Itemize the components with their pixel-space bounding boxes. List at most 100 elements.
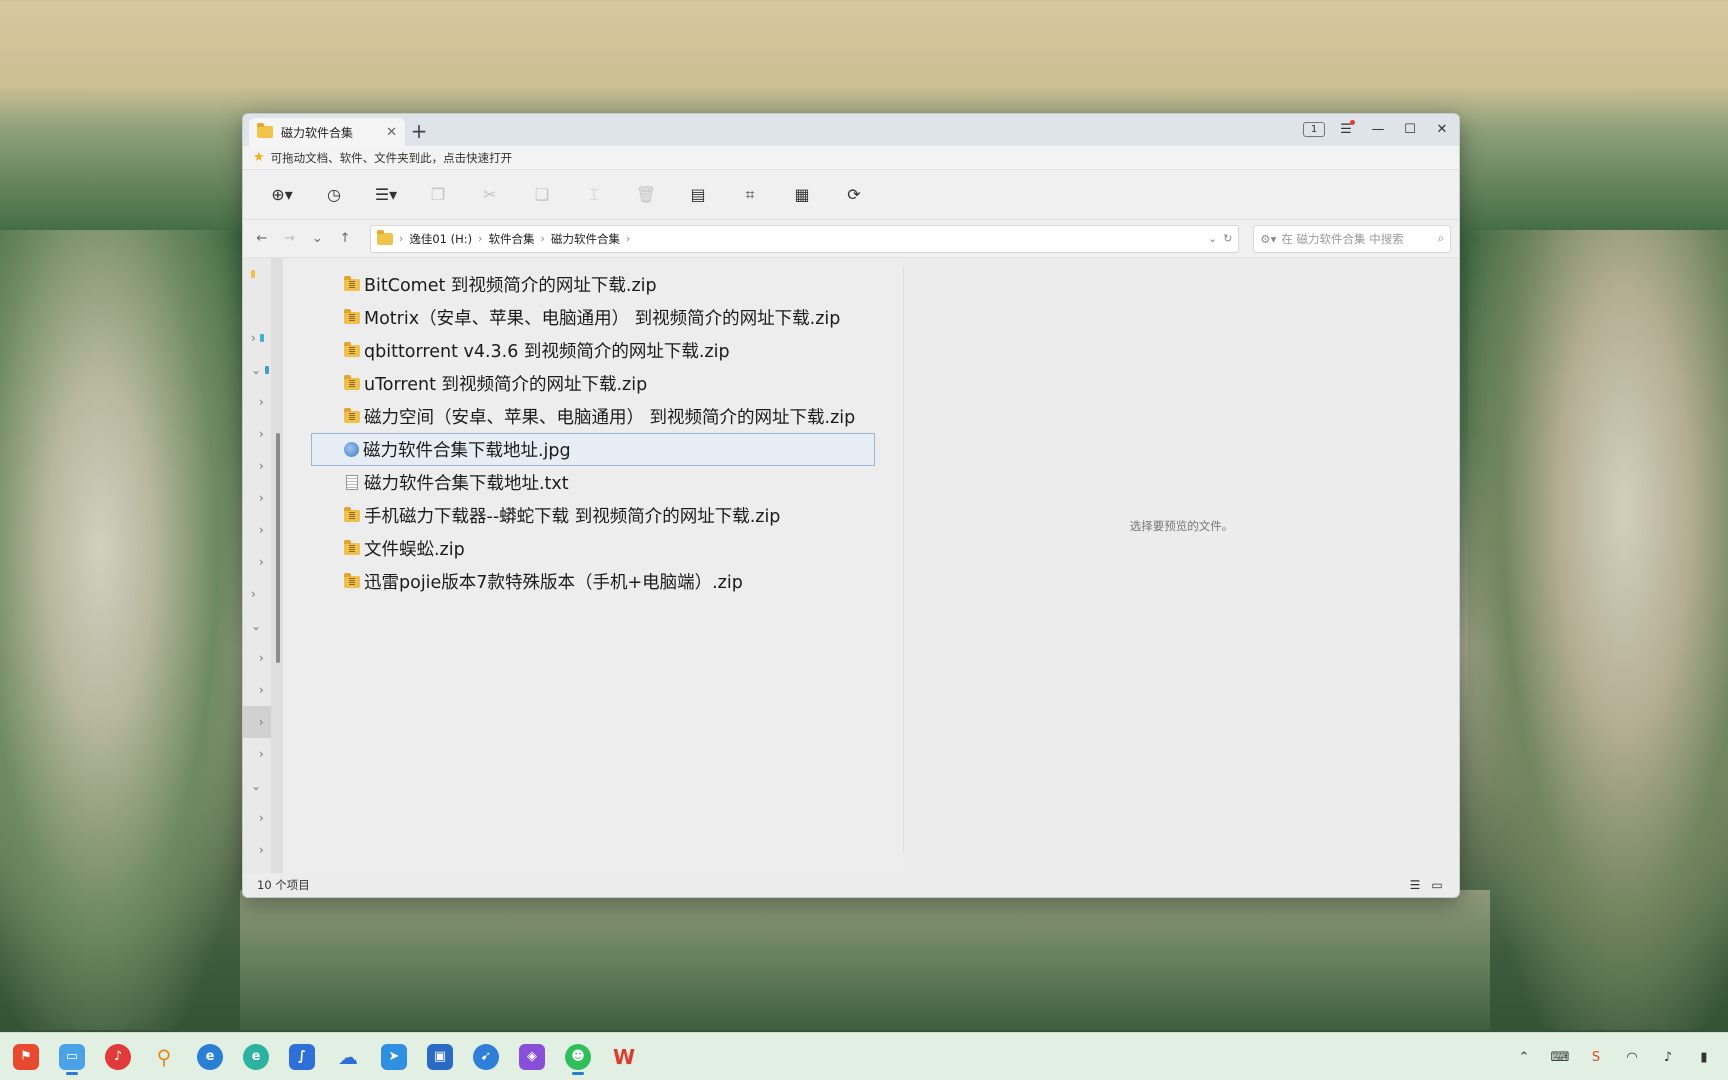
file-explorer-window: 磁力软件合集 ✕ + 1 ☰ — ☐ ✕ ★ 可拖动文档、软件、文件夹到此，点击… [242,113,1460,898]
delete-icon[interactable]: 🗑 [631,180,661,210]
chevron-right-icon: › [540,232,545,245]
address-bar[interactable]: › 逸佳01 (H:) › 软件合集 › 磁力软件合集 › ⌄ ↻ [369,224,1240,253]
search-icon[interactable]: ⌕ [1438,231,1444,246]
taskbar-app-media[interactable]: ◈ [514,1039,550,1075]
zip-icon [344,308,360,324]
tab-close-icon[interactable]: ✕ [386,125,397,140]
file-row-selected[interactable]: 磁力软件合集下载地址.jpg [311,433,875,466]
maximize-button[interactable]: ☐ [1399,118,1421,140]
tab-active[interactable]: 磁力软件合集 ✕ [249,118,405,146]
chevron-right-icon[interactable]: › [259,651,264,665]
chevron-right-icon[interactable]: › [259,427,264,441]
media-app-icon: ◈ [519,1043,545,1070]
chevron-right-icon[interactable]: › [259,395,264,409]
wifi-icon[interactable]: ◠ [1622,1047,1642,1067]
refresh-sync-icon[interactable]: ⟳ [839,180,869,210]
input-method-icon[interactable]: ⌨ [1550,1047,1570,1067]
file-row[interactable]: 磁力空间（安卓、苹果、电脑通用） 到视频简介的网址下载.zip [311,400,875,433]
file-row[interactable]: Motrix（安卓、苹果、电脑通用） 到视频简介的网址下载.zip [311,301,875,334]
chevron-down-icon[interactable]: ⌄ [251,619,261,633]
file-row[interactable]: 文件蜈蚣.zip [311,532,875,565]
antivirus-icon[interactable]: S [1586,1047,1606,1067]
chevron-right-icon[interactable]: › [259,459,264,473]
chevron-right-icon[interactable]: › [251,331,256,345]
chevron-right-icon[interactable]: › [259,523,264,537]
new-tab-button[interactable]: + [405,117,433,145]
taskbar-app-edge[interactable]: e [238,1039,274,1075]
chevron-right-icon[interactable]: › [259,811,264,825]
search-box[interactable]: ⚙▾ ⌕ [1253,224,1452,253]
chevron-down-icon[interactable]: ⌄ [251,779,261,793]
history-dropdown-button[interactable]: ⌄ [306,228,328,250]
chevron-down-icon[interactable]: ⌄ [1208,232,1217,245]
rename-icon[interactable]: ⌶ [579,180,609,210]
chevron-right-icon[interactable]: › [259,715,264,729]
cut-icon[interactable]: ✂ [475,180,505,210]
breadcrumb-current[interactable]: 磁力软件合集 [551,231,620,247]
zip-icon [344,341,360,357]
chevron-right-icon[interactable]: › [259,491,264,505]
view-menu-icon[interactable]: ☰▾ [371,180,401,210]
chevron-up-icon[interactable]: ⌃ [1514,1047,1534,1067]
taskbar-app-monitor[interactable]: ▣ [422,1039,458,1075]
taskbar-app-cloud[interactable]: ☁ [330,1039,366,1075]
taskbar-app-file-explorer[interactable]: ▭ [54,1039,90,1075]
taskbar-app-start[interactable]: ⚑ [8,1039,44,1075]
file-row[interactable]: qbittorrent v4.3.6 到视频简介的网址下载.zip [311,334,875,367]
chevron-right-icon[interactable]: › [259,683,264,697]
history-icon[interactable]: ◷ [319,180,349,210]
chevron-right-icon: › [398,232,404,245]
taskbar-app-ie[interactable]: e [192,1039,228,1075]
taskbar-app-mail[interactable]: ➤ [376,1039,412,1075]
up-button[interactable]: ↑ [334,228,356,250]
file-row[interactable]: 迅雷pojie版本7款特殊版本（手机+电脑端）.zip [311,565,875,598]
tab-count-badge[interactable]: 1 [1303,121,1325,137]
taskbar-app-wps[interactable]: W [606,1039,642,1075]
taskbar-app-wechat[interactable]: ☻ [560,1039,596,1075]
taskbar-app-nav[interactable]: ➹ [468,1039,504,1075]
file-row[interactable]: 手机磁力下载器--蟒蛇下载 到视频简介的网址下载.zip [311,499,875,532]
new-icon[interactable]: ⊕▾ [267,180,297,210]
battery-icon[interactable]: ▮ [1694,1047,1714,1067]
chevron-right-icon[interactable]: › [259,843,264,857]
chevron-right-icon[interactable]: › [251,587,256,601]
file-row[interactable]: uTorrent 到视频简介的网址下载.zip [311,367,875,400]
refresh-icon[interactable]: ↻ [1223,232,1232,245]
tree-scrollbar-thumb[interactable] [276,433,280,663]
breadcrumb-folder[interactable]: 软件合集 [489,231,535,247]
file-row[interactable]: BitComet 到视频简介的网址下载.zip [311,268,875,301]
details-view-icon[interactable]: ☰ [1407,877,1423,893]
file-name: qbittorrent v4.3.6 到视频简介的网址下载.zip [364,342,730,362]
wallpaper-cliff-left [0,230,250,1030]
quick-access-bar[interactable]: ★ 可拖动文档、软件、文件夹到此，点击快速打开 [243,146,1459,170]
chevron-right-icon: › [478,232,483,245]
chevron-right-icon[interactable]: › [259,555,264,569]
menu-icon[interactable]: ☰ [1335,118,1357,140]
minimize-button[interactable]: — [1367,118,1389,140]
breadcrumb-drive[interactable]: 逸佳01 (H:) [409,231,472,247]
properties-icon[interactable]: ▤ [683,180,713,210]
chevron-right-icon[interactable]: › [259,747,264,761]
copy-icon[interactable]: ❐ [423,180,453,210]
taskbar-app-music[interactable]: ♪ [100,1039,136,1075]
forward-button[interactable]: → [279,228,301,250]
tree-scrollbar[interactable] [271,258,283,873]
crop-icon[interactable]: ⌗ [735,180,765,210]
content-area: › ⌄ › › › › › › › ⌄ › › › › ⌄ › › BitCom… [243,258,1459,873]
volume-icon[interactable]: ♪ [1658,1047,1678,1067]
paste-icon[interactable]: ❏ [527,180,557,210]
taskbar-app-dev[interactable]: ∫ [284,1039,320,1075]
text-file-icon [346,475,358,490]
navigation-tree[interactable]: › ⌄ › › › › › › › ⌄ › › › › ⌄ › › [243,258,283,873]
taskbar-app-search[interactable]: ⚲ [146,1039,182,1075]
settings-gear-icon[interactable]: ⚙▾ [1260,232,1276,246]
file-row[interactable]: 磁力软件合集下载地址.txt [311,466,875,499]
close-button[interactable]: ✕ [1431,118,1453,140]
search-input[interactable] [1281,231,1433,246]
chevron-down-icon[interactable]: ⌄ [251,363,261,377]
back-button[interactable]: ← [251,228,273,250]
zip-icon [344,374,360,390]
calculator-icon[interactable]: ▦ [787,180,817,210]
file-explorer-icon: ▭ [59,1043,85,1070]
preview-pane-toggle-icon[interactable]: ▭ [1429,877,1445,893]
